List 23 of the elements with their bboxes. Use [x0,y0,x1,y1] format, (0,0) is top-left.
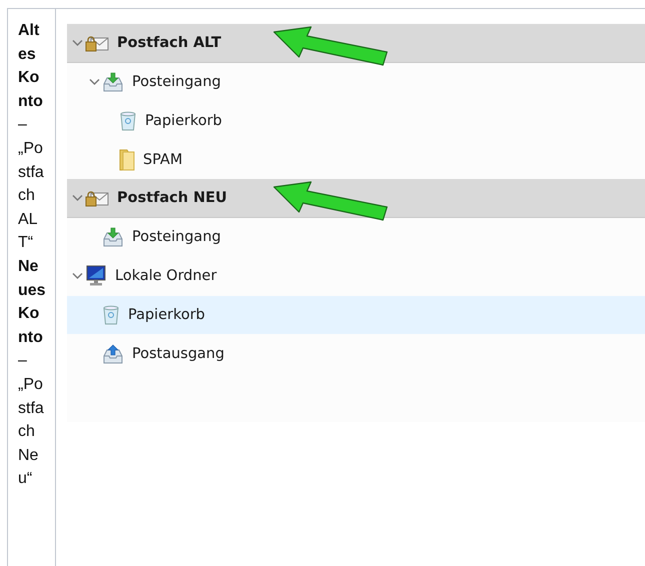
inbox-icon [102,227,124,248]
chevron-icon[interactable] [88,78,100,86]
computer-icon [85,265,107,288]
trash-icon [119,110,137,131]
caption-text: Altes Konto – „Postfach ALT“ Neues Konto – „Postfach Neu“ [18,21,47,490]
mail-lock-icon [85,189,109,208]
folder-label[interactable]: Posteingang [132,229,221,246]
folder-label[interactable]: Papierkorb [145,112,222,129]
folder-label[interactable]: Postausgang [132,346,224,362]
folder-label[interactable]: Posteingang [132,74,221,90]
folder-label[interactable]: Lokale Ordner [115,268,217,284]
chevron-icon[interactable] [72,194,82,202]
mail-lock-icon [85,34,109,52]
folder-label[interactable]: SPAM [143,152,182,168]
inbox-icon [102,72,124,92]
folder-icon [119,148,135,171]
chevron-icon[interactable] [72,272,82,280]
folder-label[interactable]: Papierkorb [128,306,206,323]
outbox-icon [102,344,124,364]
chevron-icon[interactable] [72,38,82,47]
folder-label[interactable]: Postfach NEU [117,190,228,206]
trash-icon [102,304,120,325]
folder-label[interactable]: Postfach ALT [117,34,222,51]
